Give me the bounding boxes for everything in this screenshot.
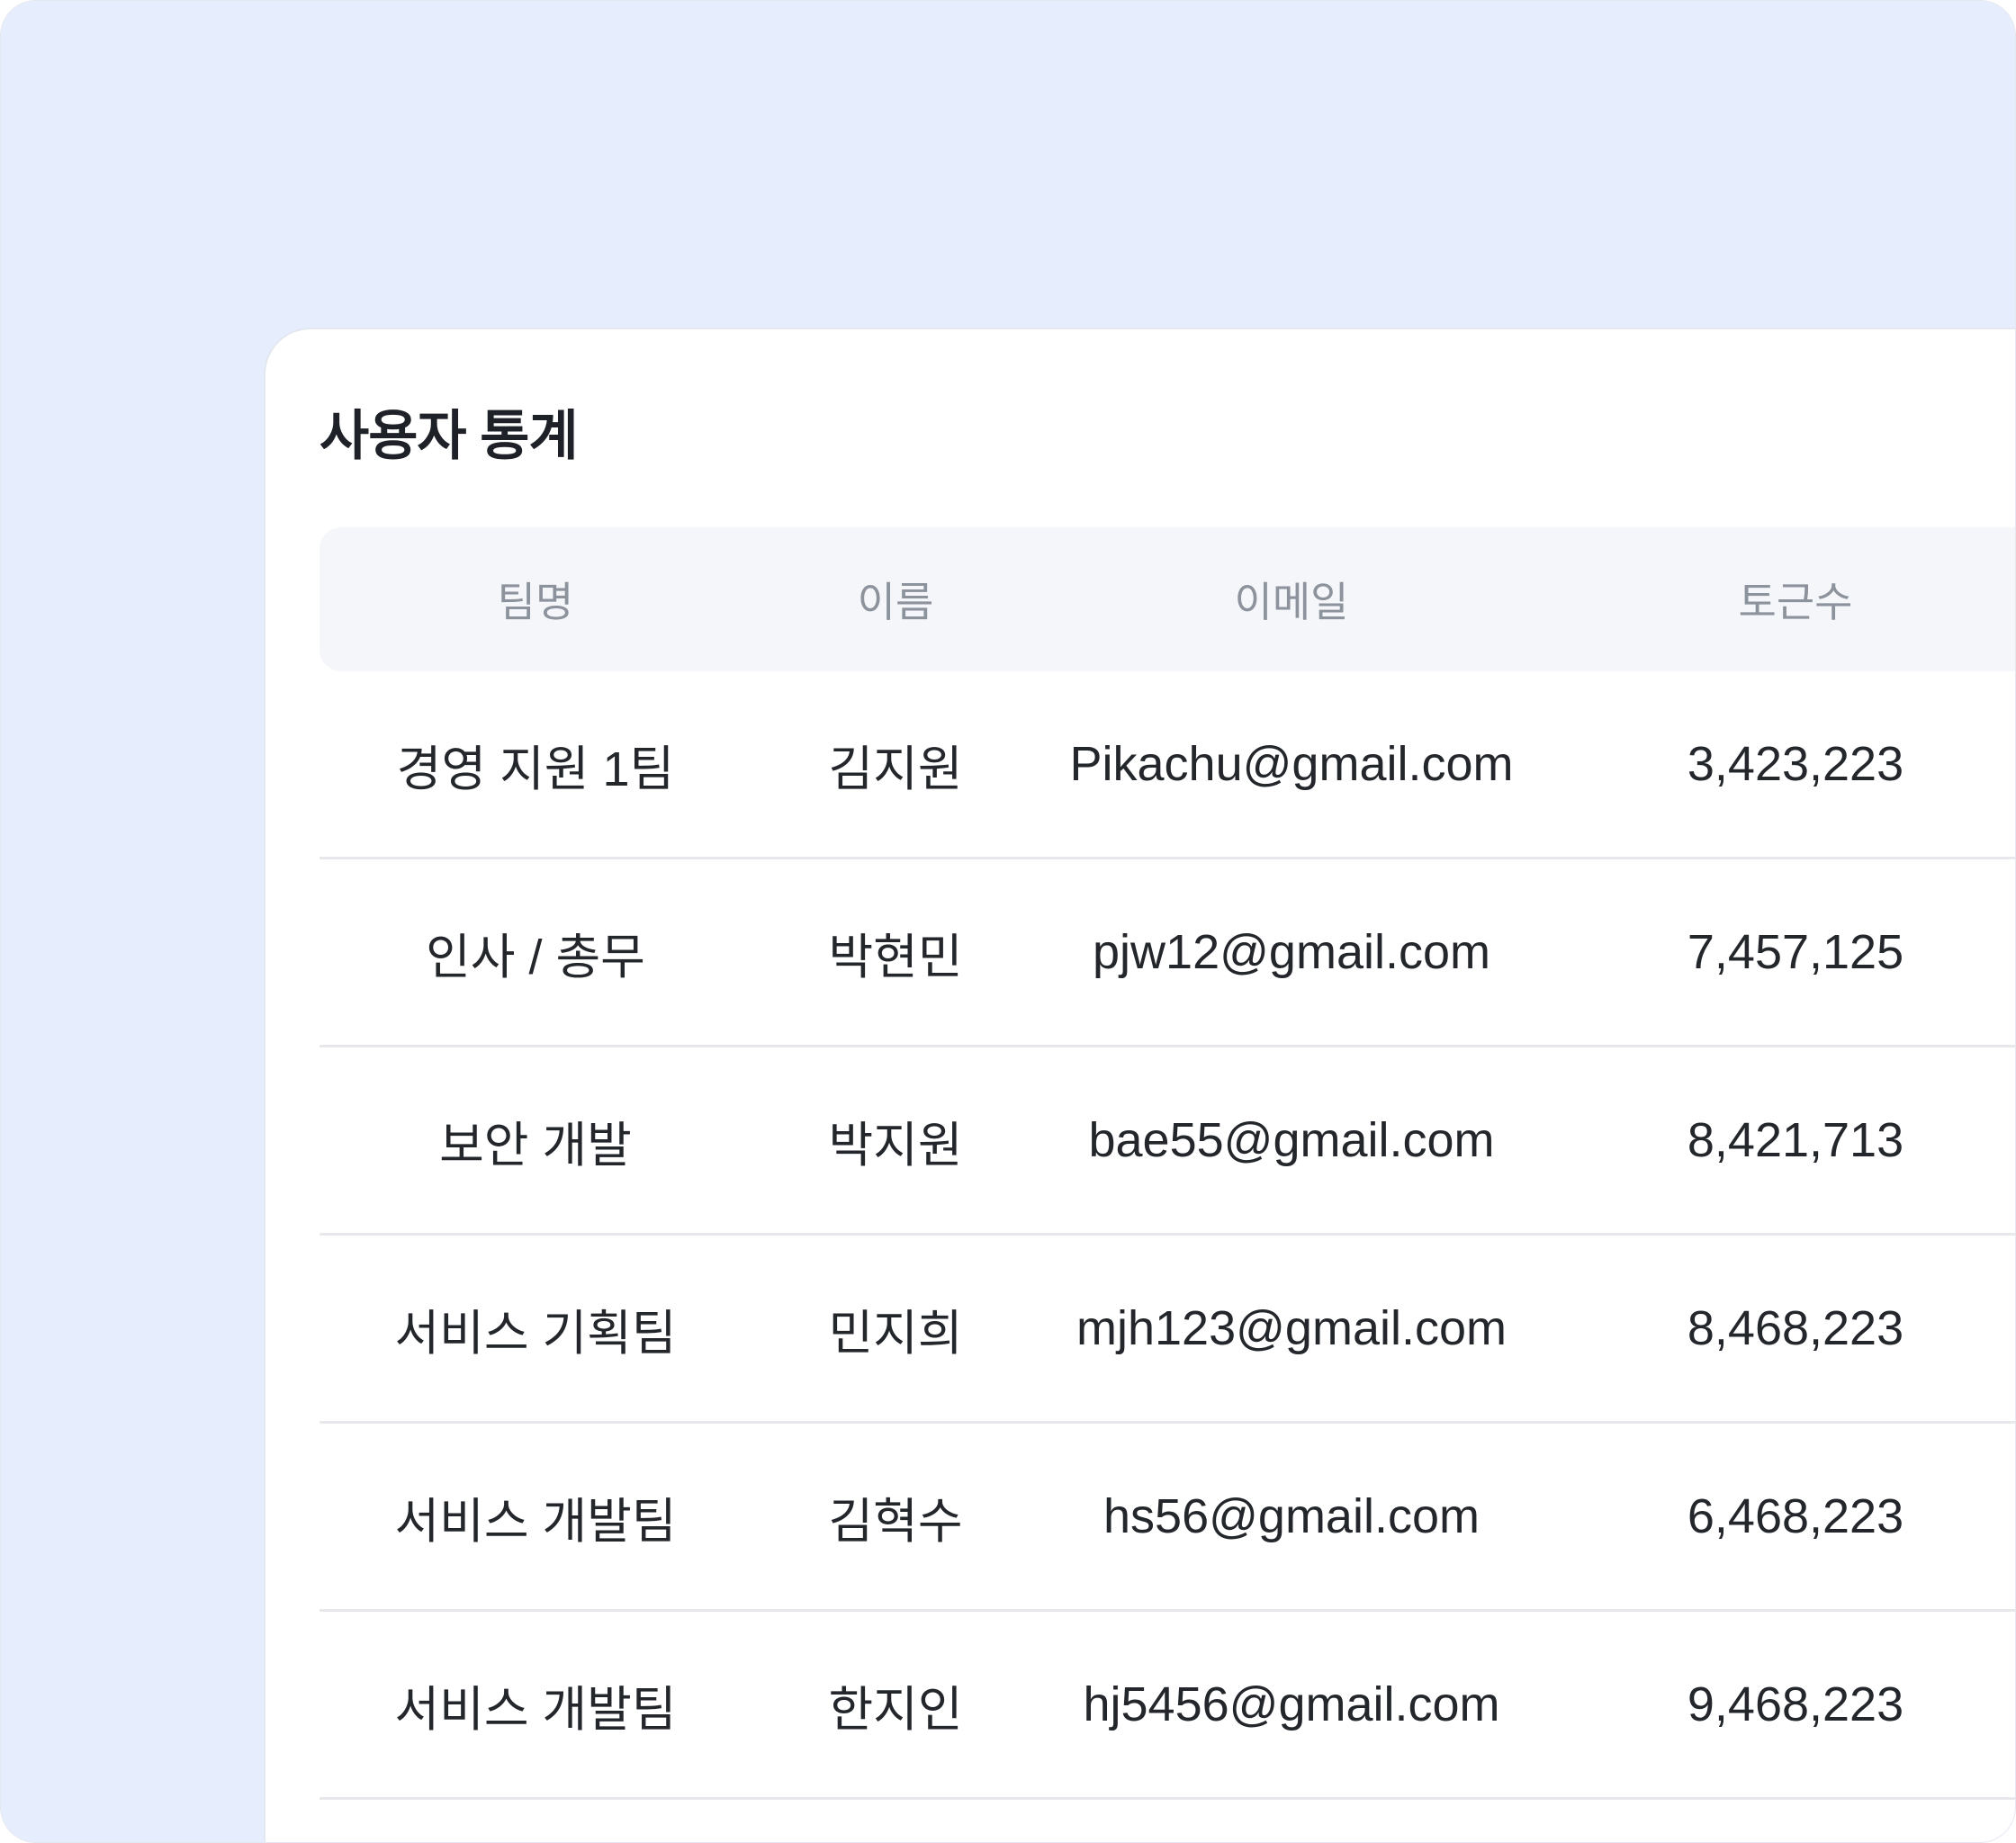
page-title: 사용자 통계 [320,406,579,466]
team-cell: 서비스 개발팀 [394,1494,677,1549]
email-cell: hs56@gmail.com [1103,1489,1480,1543]
column-header-name[interactable]: 이름 [752,570,1040,629]
token-count-cell: 8,421,713 [1687,1113,1904,1167]
name-cell: 한지인 [828,1682,963,1737]
name-cell: 김혁수 [828,1494,963,1549]
table-row[interactable]: 인사 / 총무 박현민 pjw12@gmail.com 7,457,125 [320,859,2015,1047]
name-cell: 박현민 [828,930,963,984]
email-cell: hj5456@gmail.com [1083,1677,1500,1731]
email-cell: bae55@gmail.com [1088,1113,1495,1167]
column-header-team[interactable]: 팀명 [320,570,752,629]
app-frame: 사용자 통계 팀명 이름 이메일 토근수 경영 지원 1팀 김지원 Pikach… [0,0,2016,1843]
name-cell: 김지원 [828,742,963,796]
table-row[interactable]: 경영 지원 1팀 김지원 Pikachu@gmail.com 3,423,223 [320,671,2015,859]
token-count-cell: 6,468,223 [1687,1489,1904,1543]
email-cell: Pikachu@gmail.com [1069,737,1514,791]
token-count-cell: 8,468,223 [1687,1301,1904,1355]
name-cell: 민지희 [828,1306,963,1361]
token-count-cell: 7,457,125 [1687,925,1904,979]
name-cell: 박지원 [828,1118,963,1173]
table-row[interactable]: 서비스 개발팀 한지인 hj5456@gmail.com 9,468,223 [320,1612,2015,1800]
token-count-cell: 3,423,223 [1687,737,1904,791]
team-cell: 경영 지원 1팀 [396,742,675,796]
user-stats-card: 사용자 통계 팀명 이름 이메일 토근수 경영 지원 1팀 김지원 Pikach… [264,328,2015,1842]
email-cell: mjh123@gmail.com [1076,1301,1507,1355]
column-header-token-count[interactable]: 토근수 [1544,570,2015,629]
table-row[interactable]: 서비스 기획팀 민지희 mjh123@gmail.com 8,468,223 [320,1236,2015,1424]
token-count-cell: 9,468,223 [1687,1677,1904,1731]
table-row[interactable]: 서비스 개발팀 김혁수 hs56@gmail.com 6,468,223 [320,1424,2015,1612]
table-row[interactable]: 보안 개발 박지원 bae55@gmail.com 8,421,713 [320,1047,2015,1236]
table-header-row: 팀명 이름 이메일 토근수 [320,527,2015,671]
team-cell: 인사 / 총무 [426,930,645,984]
team-cell: 서비스 기획팀 [394,1306,677,1361]
column-header-email[interactable]: 이메일 [1040,570,1544,629]
user-stats-table: 팀명 이름 이메일 토근수 경영 지원 1팀 김지원 Pikachu@gmail… [320,527,2015,1800]
email-cell: pjw12@gmail.com [1093,925,1490,979]
team-cell: 보안 개발 [439,1118,632,1173]
team-cell: 서비스 개발팀 [394,1682,677,1737]
